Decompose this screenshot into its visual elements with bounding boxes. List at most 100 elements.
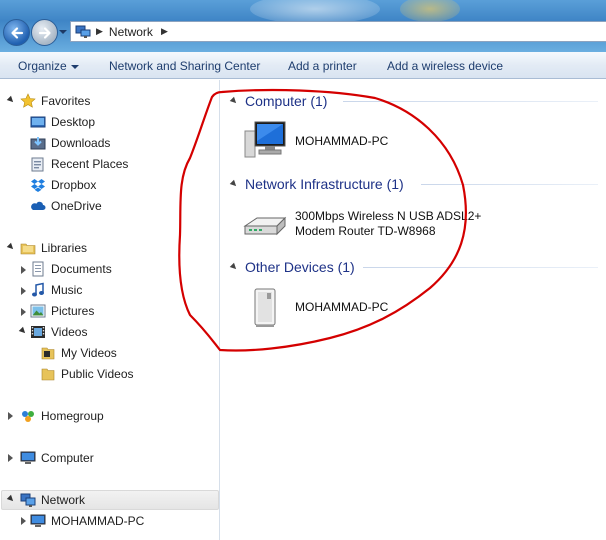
organize-label: Organize [18, 59, 67, 73]
device-name: MOHAMMAD-PC [295, 299, 389, 314]
group-divider [421, 184, 598, 185]
group-header-computer[interactable]: Computer (1) [229, 91, 328, 111]
group-title: Other Devices (1) [245, 259, 355, 275]
nav-network[interactable]: Network [20, 491, 85, 509]
nav-item-label: Videos [51, 325, 88, 339]
group-title: Network Infrastructure (1) [245, 176, 404, 192]
homegroup-icon [22, 411, 34, 422]
title-bar: ▶ Network ▶ [0, 0, 606, 52]
back-button[interactable] [3, 19, 30, 46]
expand-arrow-icon[interactable] [8, 454, 13, 462]
network-sharing-center-button[interactable]: Network and Sharing Center [109, 59, 260, 73]
nav-computer-label: Computer [41, 451, 94, 465]
organize-button[interactable]: Organize [18, 59, 79, 73]
nav-item-music[interactable]: Music [30, 281, 82, 299]
nav-item-label: Music [51, 283, 83, 297]
expand-arrow-icon[interactable] [21, 266, 26, 274]
documents-icon [32, 261, 44, 277]
nav-item-pictures[interactable]: Pictures [30, 302, 94, 320]
dropbox-icon [31, 179, 45, 192]
expand-arrow-icon[interactable] [8, 412, 13, 420]
desktop-icon [30, 116, 46, 128]
back-arrow-icon [10, 26, 23, 39]
nav-network-label: Network [41, 493, 86, 507]
nav-item-label: Dropbox [51, 178, 97, 192]
expand-arrow-icon[interactable] [21, 287, 26, 295]
group-title: Computer (1) [245, 93, 328, 109]
folder-video-icon [41, 347, 55, 360]
nav-computer[interactable]: Computer [20, 449, 94, 467]
expand-arrow-icon[interactable] [21, 308, 26, 316]
group-divider [343, 101, 598, 102]
nav-item-my-videos[interactable]: My Videos [40, 344, 117, 362]
device-name-line2: Modem Router TD-W8968 [295, 224, 436, 238]
breadcrumb-network[interactable]: Network [109, 25, 153, 39]
recent-pages-dropdown[interactable] [59, 28, 67, 36]
device-item[interactable]: MOHAMMAD-PC [241, 117, 388, 165]
nav-homegroup-label: Homegroup [41, 409, 104, 423]
add-wireless-device-button[interactable]: Add a wireless device [387, 59, 503, 73]
nav-item-label: Documents [51, 262, 112, 276]
chevron-down-icon [70, 64, 79, 69]
address-bar[interactable]: ▶ Network ▶ [70, 21, 606, 42]
star-icon [20, 93, 36, 108]
breadcrumb-separator-icon[interactable]: ▶ [161, 26, 168, 37]
videos-icon [31, 326, 45, 338]
nav-libraries[interactable]: Libraries [20, 239, 87, 257]
collapse-arrow-icon[interactable] [229, 96, 239, 106]
nav-item-label: Recent Places [51, 157, 129, 171]
recent-places-icon [31, 157, 44, 172]
nav-favorites[interactable]: Favorites [20, 92, 90, 110]
group-header-network-infrastructure[interactable]: Network Infrastructure (1) [229, 174, 404, 194]
device-name: 300Mbps Wireless N USB ADSL2+ Modem Rout… [295, 209, 481, 239]
nav-favorites-label: Favorites [41, 94, 91, 108]
computer-icon [244, 121, 286, 158]
collapse-arrow-icon[interactable] [229, 262, 239, 272]
expand-arrow-icon[interactable] [18, 326, 28, 336]
nav-item-onedrive[interactable]: OneDrive [30, 197, 102, 215]
nav-item-label: My Videos [61, 346, 117, 360]
device-item[interactable]: 300Mbps Wireless N USB ADSL2+ Modem Rout… [241, 200, 481, 248]
nav-item-dropbox[interactable]: Dropbox [30, 176, 96, 194]
forward-arrow-icon [38, 26, 51, 39]
device-item[interactable]: MOHAMMAD-PC [241, 283, 388, 331]
router-icon [243, 216, 287, 236]
expand-arrow-icon[interactable] [6, 95, 16, 105]
content-pane: Computer (1) MOHAMMAD-PC Network Infrast… [221, 80, 606, 540]
media-device-icon [254, 288, 276, 327]
onedrive-icon [31, 201, 46, 210]
nav-item-downloads[interactable]: Downloads [30, 134, 110, 152]
nav-item-label: Public Videos [61, 367, 134, 381]
nav-item-label: Desktop [51, 115, 96, 129]
nav-item-videos[interactable]: Videos [30, 323, 87, 341]
nav-item-label: Pictures [51, 304, 95, 318]
music-icon [32, 282, 44, 297]
group-divider [363, 267, 598, 268]
add-printer-button[interactable]: Add a printer [288, 59, 357, 73]
nav-item-mohammad-pc[interactable]: MOHAMMAD-PC [30, 512, 144, 530]
group-header-other-devices[interactable]: Other Devices (1) [229, 257, 355, 277]
pictures-icon [30, 304, 46, 318]
libraries-icon [20, 243, 36, 255]
device-name-line1: 300Mbps Wireless N USB ADSL2+ [295, 209, 482, 223]
forward-button[interactable] [31, 19, 58, 46]
network-icon [75, 25, 91, 38]
breadcrumb-separator-icon[interactable]: ▶ [96, 26, 103, 37]
computer-icon [30, 514, 46, 527]
expand-arrow-icon[interactable] [6, 242, 16, 252]
command-bar: Organize Network and Sharing Center Add … [0, 52, 606, 79]
nav-item-desktop[interactable]: Desktop [30, 113, 95, 131]
network-icon [20, 493, 36, 507]
nav-item-documents[interactable]: Documents [30, 260, 112, 278]
nav-item-label: Downloads [51, 136, 111, 150]
nav-homegroup[interactable]: Homegroup [20, 407, 104, 425]
nav-item-recent-places[interactable]: Recent Places [30, 155, 128, 173]
nav-item-public-videos[interactable]: Public Videos [40, 365, 134, 383]
nav-libraries-label: Libraries [41, 241, 88, 255]
background-glow [400, 0, 460, 22]
collapse-arrow-icon[interactable] [229, 179, 239, 189]
nav-item-label: OneDrive [51, 199, 102, 213]
navigation-pane: Favorites Desktop Downloads Recent Place… [0, 80, 220, 540]
expand-arrow-icon[interactable] [21, 517, 26, 525]
downloads-icon [30, 137, 46, 150]
